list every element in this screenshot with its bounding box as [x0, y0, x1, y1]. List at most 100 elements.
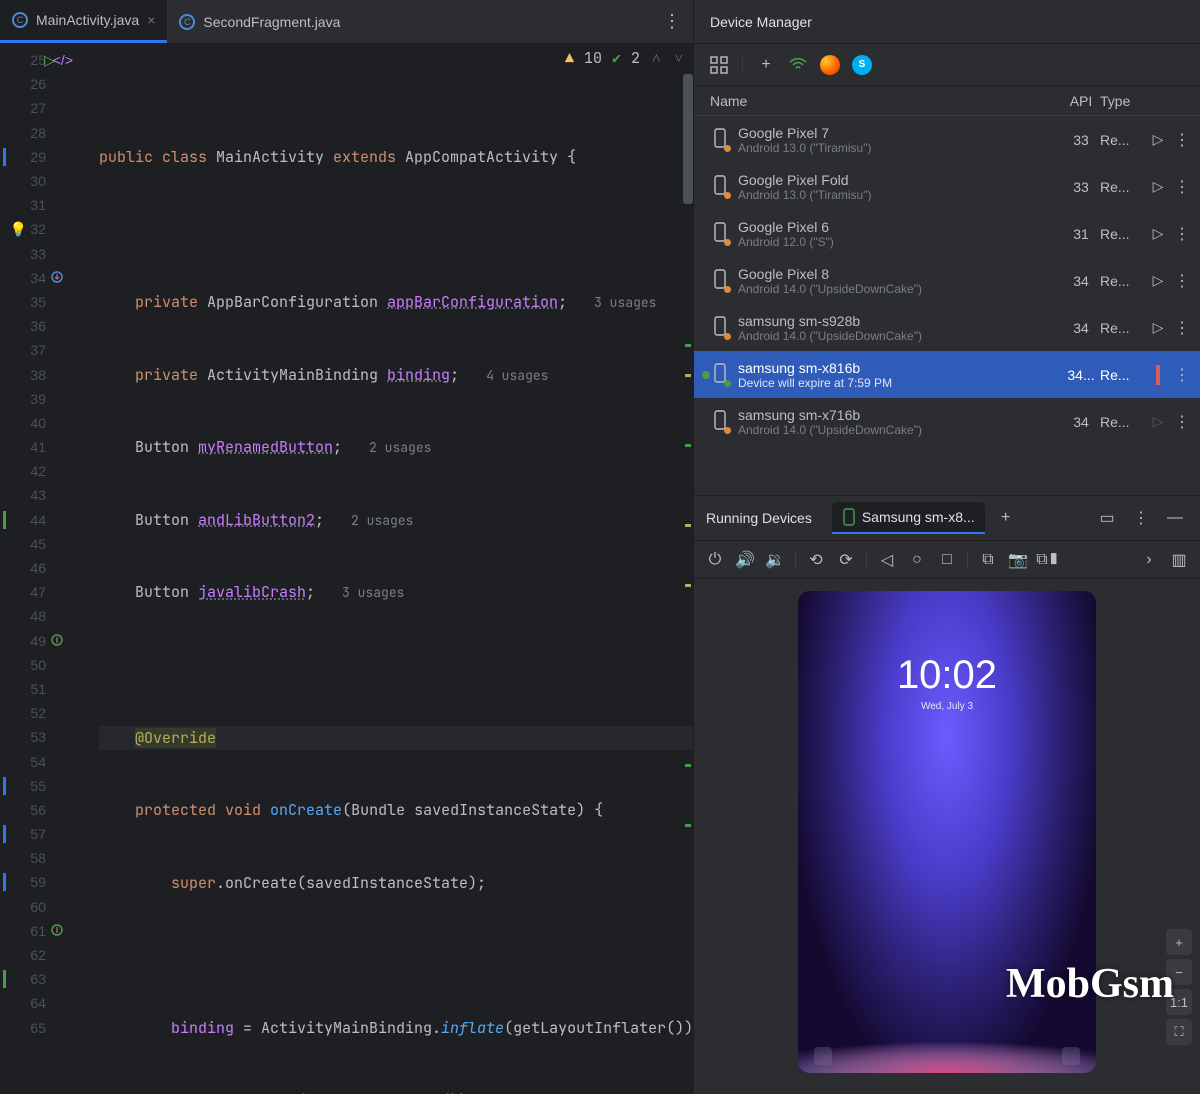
override-icon[interactable]: [51, 270, 63, 286]
device-type: Re...: [1100, 226, 1144, 242]
kebab-menu-icon[interactable]: ⋮: [1174, 226, 1190, 243]
rotate-left-icon[interactable]: ⟲: [803, 547, 829, 573]
intention-bulb-icon[interactable]: 💡: [10, 221, 27, 238]
device-subtitle: Device will expire at 7:59 PM: [738, 376, 1062, 390]
file-tab-main-activity[interactable]: C MainActivity.java ×: [0, 0, 167, 43]
device-row[interactable]: samsung sm-x816bDevice will expire at 7:…: [694, 351, 1200, 398]
col-type[interactable]: Type: [1100, 93, 1144, 109]
device-row[interactable]: Google Pixel 6Android 12.0 ("S")31Re...▷…: [694, 210, 1200, 257]
screenshot-icon[interactable]: 📷: [1005, 547, 1031, 573]
minimize-icon[interactable]: —: [1162, 505, 1188, 531]
window-icon[interactable]: ▭: [1094, 505, 1120, 531]
device-name: samsung sm-x816b: [738, 360, 1062, 376]
back-icon[interactable]: ◁: [874, 547, 900, 573]
layout-icon[interactable]: ▥: [1166, 547, 1192, 573]
phone-icon: [712, 269, 730, 292]
device-type: Re...: [1100, 320, 1144, 336]
device-api: 34: [1062, 320, 1100, 336]
overview-icon[interactable]: □: [934, 547, 960, 573]
watermark: MobGsm: [1006, 960, 1174, 1008]
play-icon[interactable]: ▷: [1153, 131, 1164, 147]
warning-icon: ▲: [565, 46, 574, 70]
override-icon[interactable]: [51, 923, 63, 939]
kebab-menu-icon[interactable]: ⋮: [1174, 179, 1190, 196]
override-icon[interactable]: [51, 633, 63, 649]
check-icon: ✔: [612, 46, 621, 70]
tab-bar-menu-icon[interactable]: ⋮: [651, 11, 693, 32]
pair-qr-icon[interactable]: [706, 52, 732, 78]
editor-body: 25 ▷ </> 26 27 28 29 30 31 32 💡 33 34 35…: [0, 44, 693, 1094]
device-subtitle: Android 13.0 ("Tiramisu"): [738, 141, 1062, 155]
device-api: 34: [1062, 273, 1100, 289]
col-name[interactable]: Name: [702, 93, 1062, 109]
skype-icon[interactable]: S: [849, 52, 875, 78]
kebab-menu-icon[interactable]: ⋮: [1174, 273, 1190, 290]
device-type: Re...: [1100, 414, 1144, 430]
device-api: 34: [1062, 414, 1100, 430]
firebase-icon[interactable]: [817, 52, 843, 78]
device-subtitle: Android 14.0 ("UpsideDownCake"): [738, 329, 1062, 343]
stop-icon[interactable]: [1156, 365, 1160, 385]
running-dot-icon: [702, 371, 710, 379]
record-icon[interactable]: ⧉▮: [1035, 547, 1061, 573]
running-device-label: Samsung sm-x8...: [862, 509, 975, 525]
device-row[interactable]: Google Pixel FoldAndroid 13.0 ("Tiramisu…: [694, 163, 1200, 210]
device-name: Google Pixel Fold: [738, 172, 1062, 188]
play-icon[interactable]: ▷: [1153, 225, 1164, 241]
volume-up-icon[interactable]: 🔊: [732, 547, 758, 573]
device-row[interactable]: Google Pixel 7Android 13.0 ("Tiramisu")3…: [694, 116, 1200, 163]
snapshot-icon[interactable]: ⧉: [975, 547, 1001, 573]
code-area[interactable]: ▲ 10 ✔ 2 ˄ ˅ public class MainActivity e…: [99, 44, 693, 1094]
device-control-bar: ⏻ 🔊 🔉 ⟲ ⟳ ◁ ○ □ ⧉ 📷 ⧉▮ › ▥: [694, 541, 1200, 579]
scrollbar-error-stripe[interactable]: [683, 44, 693, 1094]
phone-icon: [712, 128, 730, 151]
close-icon[interactable]: ×: [147, 12, 155, 28]
kebab-menu-icon[interactable]: ⋮: [1174, 414, 1190, 431]
file-tab-second-fragment[interactable]: C SecondFragment.java: [167, 0, 352, 43]
volume-down-icon[interactable]: 🔉: [762, 547, 788, 573]
device-row[interactable]: samsung sm-x716bAndroid 14.0 ("UpsideDow…: [694, 398, 1200, 445]
zoom-fit-icon[interactable]: ⛶: [1166, 1019, 1192, 1045]
wifi-icon[interactable]: [785, 52, 811, 78]
device-screen-wrap: 10:02 Wed, July 3 + − 1:1 ⛶ MobGsm: [694, 579, 1200, 1094]
chevron-right-icon[interactable]: ›: [1136, 547, 1162, 573]
editor-panel: C MainActivity.java × C SecondFragment.j…: [0, 0, 693, 1094]
device-api: 34...: [1062, 367, 1100, 383]
play-icon[interactable]: ▷: [1153, 178, 1164, 194]
code-tag-icon[interactable]: </>: [53, 52, 73, 68]
ok-count: 2: [631, 46, 640, 70]
zoom-in-icon[interactable]: +: [1166, 929, 1192, 955]
device-type: Re...: [1100, 273, 1144, 289]
inspection-widget[interactable]: ▲ 10 ✔ 2 ˄ ˅: [565, 46, 685, 70]
kebab-menu-icon[interactable]: ⋮: [1174, 320, 1190, 337]
device-subtitle: Android 14.0 ("UpsideDownCake"): [738, 423, 1062, 437]
device-row[interactable]: samsung sm-s928bAndroid 14.0 ("UpsideDow…: [694, 304, 1200, 351]
add-running-device-icon[interactable]: +: [993, 505, 1019, 531]
kebab-menu-icon[interactable]: ⋮: [1174, 367, 1190, 384]
device-type: Re...: [1100, 132, 1144, 148]
rotate-right-icon[interactable]: ⟳: [833, 547, 859, 573]
add-device-icon[interactable]: +: [753, 52, 779, 78]
device-manager-toolbar: + S: [694, 44, 1200, 86]
more-icon[interactable]: ⋮: [1128, 505, 1154, 531]
home-icon[interactable]: ○: [904, 547, 930, 573]
power-icon[interactable]: ⏻: [702, 547, 728, 573]
prev-highlight-icon[interactable]: ˄: [650, 46, 662, 70]
scrollbar-thumb[interactable]: [683, 74, 693, 204]
device-subtitle: Android 14.0 ("UpsideDownCake"): [738, 282, 1062, 296]
play-icon[interactable]: ▷: [1153, 413, 1164, 429]
play-icon[interactable]: ▷: [1153, 319, 1164, 335]
running-devices-title: Running Devices: [706, 510, 824, 526]
device-name: Google Pixel 7: [738, 125, 1062, 141]
kebab-menu-icon[interactable]: ⋮: [1174, 132, 1190, 149]
file-tab-label: SecondFragment.java: [203, 14, 340, 30]
play-icon[interactable]: ▷: [1153, 272, 1164, 288]
phone-icon: [712, 410, 730, 433]
col-api[interactable]: API: [1062, 93, 1100, 109]
device-row[interactable]: Google Pixel 8Android 14.0 ("UpsideDownC…: [694, 257, 1200, 304]
running-device-tab[interactable]: Samsung sm-x8...: [832, 502, 985, 534]
right-panel: Device Manager + S Name API Type Google …: [693, 0, 1200, 1094]
device-manager-title: Device Manager: [694, 0, 1200, 44]
device-type: Re...: [1100, 367, 1144, 383]
warnings-count: 10: [584, 46, 602, 70]
